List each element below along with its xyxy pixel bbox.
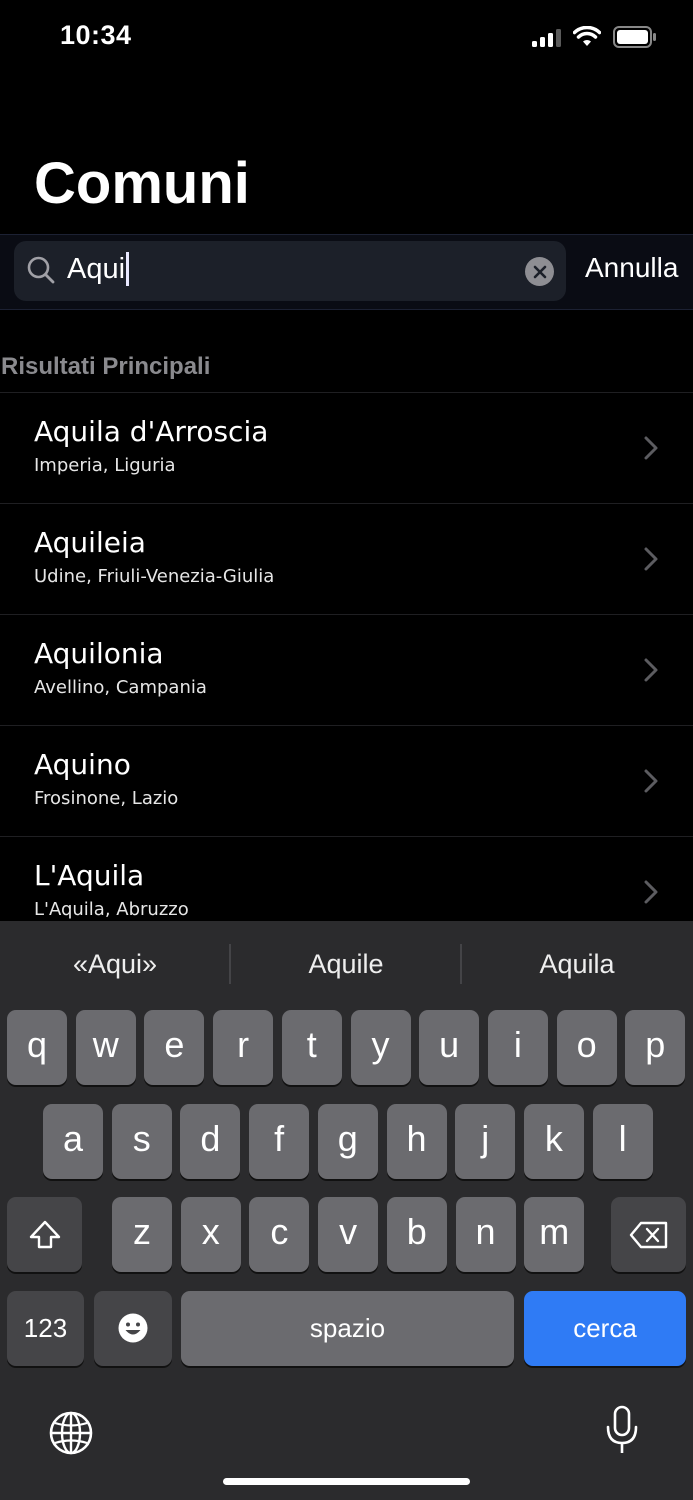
chevron-right-icon — [644, 436, 658, 460]
key-a[interactable]: a — [43, 1104, 103, 1179]
key-p[interactable]: p — [625, 1010, 686, 1085]
item-subtitle: Avellino, Campania — [34, 677, 207, 698]
key-o[interactable]: o — [556, 1010, 617, 1085]
key-m[interactable]: m — [524, 1197, 585, 1272]
key-g[interactable]: g — [317, 1104, 378, 1179]
key-f[interactable]: f — [249, 1104, 310, 1179]
item-title: Aquila d'Arroscia — [34, 415, 269, 448]
shift-key[interactable] — [7, 1197, 82, 1272]
item-subtitle: Imperia, Liguria — [34, 455, 176, 476]
key-k[interactable]: k — [523, 1104, 584, 1179]
microphone-icon[interactable] — [604, 1405, 640, 1457]
list-item[interactable]: Aquila d'Arroscia Imperia, Liguria — [0, 392, 693, 503]
emoji-key[interactable] — [94, 1291, 172, 1366]
chevron-right-icon — [644, 547, 658, 571]
cancel-button[interactable]: Annulla — [585, 252, 678, 284]
suggestion-bar: «Aqui» Aquile Aquila — [0, 940, 693, 988]
section-header: Risultati Principali — [1, 353, 211, 380]
list-item[interactable]: Aquileia Udine, Friuli-Venezia-Giulia — [0, 503, 693, 614]
key-i[interactable]: i — [487, 1010, 548, 1085]
delete-key[interactable] — [611, 1197, 686, 1272]
search-key[interactable]: cerca — [524, 1291, 686, 1366]
chevron-right-icon — [644, 658, 658, 682]
results-list: Aquila d'Arroscia Imperia, Liguria Aquil… — [0, 392, 693, 947]
search-icon — [27, 256, 55, 284]
key-d[interactable]: d — [180, 1104, 241, 1179]
item-title: Aquileia — [34, 526, 146, 559]
shift-icon — [29, 1220, 60, 1249]
chevron-right-icon — [644, 880, 658, 904]
home-indicator — [223, 1478, 470, 1485]
key-s[interactable]: s — [111, 1104, 172, 1179]
numbers-key[interactable]: 123 — [7, 1291, 84, 1366]
suggestion-item[interactable]: Aquile — [231, 940, 461, 988]
key-v[interactable]: v — [318, 1197, 379, 1272]
space-key[interactable]: spazio — [181, 1291, 514, 1366]
key-j[interactable]: j — [455, 1104, 516, 1179]
item-title: L'Aquila — [34, 859, 145, 892]
chevron-right-icon — [644, 769, 658, 793]
status-icons — [532, 26, 657, 48]
emoji-icon — [118, 1313, 148, 1343]
key-y[interactable]: y — [350, 1010, 411, 1085]
key-c[interactable]: c — [249, 1197, 310, 1272]
key-z[interactable]: z — [112, 1197, 172, 1272]
page-title: Comuni — [34, 151, 250, 216]
list-item[interactable]: Aquino Frosinone, Lazio — [0, 725, 693, 836]
key-q[interactable]: q — [7, 1010, 67, 1085]
search-input-value: Aqui — [67, 252, 126, 285]
key-t[interactable]: t — [281, 1010, 342, 1085]
item-subtitle: Udine, Friuli-Venezia-Giulia — [34, 566, 275, 587]
item-title: Aquilonia — [34, 637, 164, 670]
suggestion-item[interactable]: Aquila — [462, 940, 692, 988]
suggestion-item[interactable]: «Aqui» — [0, 940, 230, 988]
clear-search-button[interactable] — [525, 257, 554, 286]
item-subtitle: L'Aquila, Abruzzo — [34, 899, 189, 920]
item-title: Aquino — [34, 748, 131, 781]
item-subtitle: Frosinone, Lazio — [34, 788, 179, 809]
battery-icon — [613, 26, 656, 48]
key-e[interactable]: e — [144, 1010, 205, 1085]
clear-icon — [533, 265, 546, 278]
globe-icon[interactable] — [48, 1410, 94, 1456]
signal-icon — [532, 27, 561, 47]
key-x[interactable]: x — [180, 1197, 241, 1272]
delete-icon — [629, 1221, 667, 1249]
search-input[interactable]: Aqui — [67, 252, 129, 286]
key-n[interactable]: n — [455, 1197, 516, 1272]
key-r[interactable]: r — [213, 1010, 274, 1085]
wifi-icon — [573, 26, 601, 46]
key-w[interactable]: w — [75, 1010, 136, 1085]
list-item[interactable]: Aquilonia Avellino, Campania — [0, 614, 693, 725]
key-b[interactable]: b — [386, 1197, 447, 1272]
key-l[interactable]: l — [592, 1104, 653, 1179]
key-u[interactable]: u — [419, 1010, 480, 1085]
text-caret — [126, 252, 129, 286]
status-time: 10:34 — [60, 20, 132, 50]
key-h[interactable]: h — [386, 1104, 447, 1179]
